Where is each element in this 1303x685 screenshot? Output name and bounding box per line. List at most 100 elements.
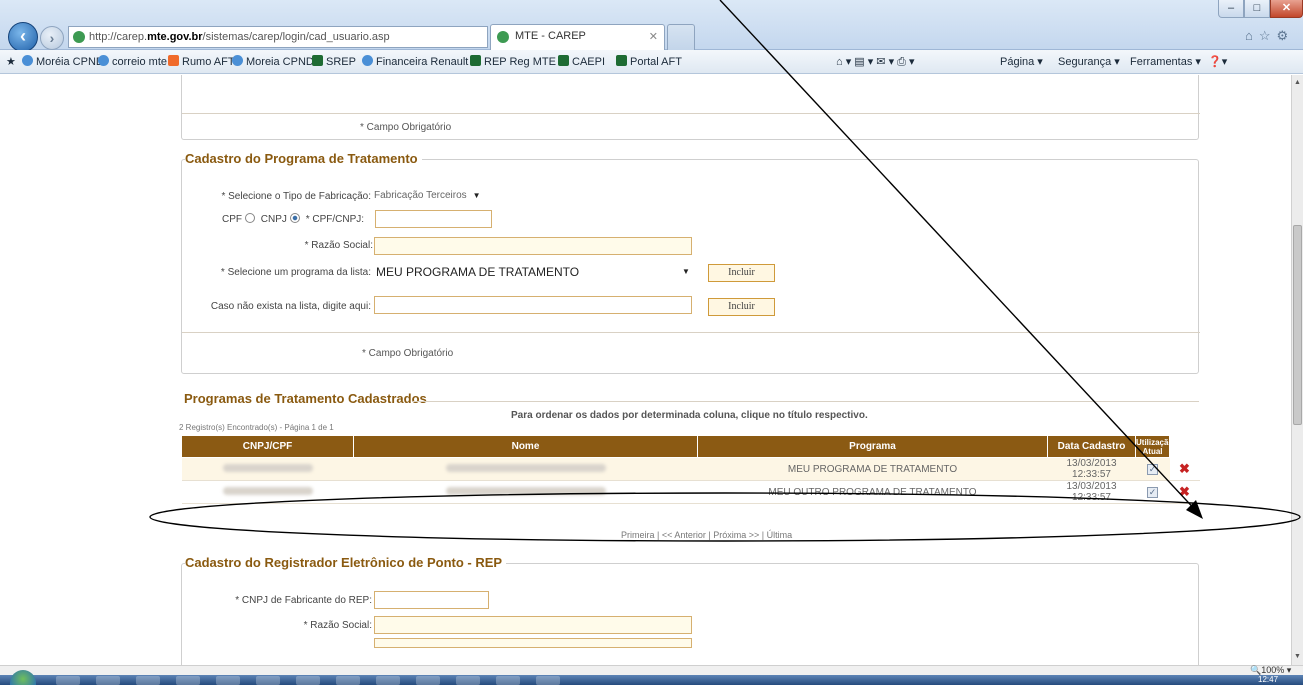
favorites-star-icon[interactable]: ★ [6, 55, 16, 68]
section-title: Programas de Tratamento Cadastrados [184, 391, 431, 406]
back-button[interactable]: ‹ [8, 22, 38, 52]
tools-menu[interactable]: Ferramentas ▾ [1130, 55, 1201, 68]
taskbar-app-icon[interactable] [496, 676, 520, 685]
taskbar-app-icon[interactable] [136, 676, 160, 685]
site-favicon-icon [73, 31, 85, 43]
column-header-nome[interactable]: Nome [353, 435, 698, 458]
favorite-link[interactable]: Moréia CPND [22, 55, 104, 68]
pagination[interactable]: Primeira | << Anterior | Próxima >> | Úl… [621, 530, 792, 540]
table-row: MEU PROGRAMA DE TRATAMENTO 13/03/2013 12:… [181, 457, 1200, 481]
url-path: /sistemas/carep/login/cad_usuario.asp [202, 31, 390, 43]
screen: ‹ › http://carep.mte.gov.br/sistemas/car… [0, 0, 1303, 685]
cnpj-radio[interactable] [289, 213, 300, 223]
rep-cnpj-label: * CNPJ de Fabricante do REP: [235, 595, 372, 606]
favorite-link[interactable]: SREP [312, 55, 356, 68]
forward-button[interactable]: › [40, 26, 64, 50]
taskbar-app-icon[interactable] [416, 676, 440, 685]
page-menu[interactable]: Página ▾ [1000, 55, 1043, 68]
new-tab-button[interactable] [667, 24, 695, 50]
security-menu[interactable]: Segurança ▾ [1058, 55, 1120, 68]
tab-title: MTE - CAREP [515, 30, 586, 42]
taskbar-clock: 12:47 [1258, 675, 1279, 684]
favorite-link[interactable]: REP Reg MTE [470, 55, 556, 68]
close-window-button[interactable]: ✕ [1270, 0, 1303, 18]
rep-razao-input[interactable] [374, 616, 692, 634]
required-note: * Campo Obrigatório [362, 348, 454, 359]
ie-page-icon [362, 55, 373, 66]
outro-programa-input[interactable] [374, 296, 692, 314]
column-header-cnpjcpf[interactable]: CNPJ/CPF [181, 435, 354, 458]
razao-social-input[interactable] [374, 237, 692, 255]
status-bar [0, 665, 1303, 675]
section-title: Cadastro do Programa de Tratamento [185, 151, 422, 166]
favorite-link[interactable]: correio mte [98, 55, 167, 68]
favorite-link[interactable]: Portal AFT [616, 55, 682, 68]
taskbar-app-icon[interactable] [216, 676, 240, 685]
utilizacao-checkbox[interactable]: ✓ [1147, 463, 1158, 475]
sort-hint: Para ordenar os dados por determinada co… [511, 410, 868, 421]
home-favorites-tools-icons[interactable]: ⌂☆⚙ [1245, 28, 1294, 44]
help-icon[interactable]: ❓▾ [1208, 55, 1227, 68]
favorite-link[interactable]: Moreia CPND [232, 55, 314, 68]
rep-section: Cadastro do Registrador Eletrônico de Po… [181, 555, 1199, 665]
incluir-outro-button[interactable]: Incluir [708, 298, 775, 316]
programa-lista-select[interactable]: MEU PROGRAMA DE TRATAMENTO ▼ [376, 264, 692, 280]
taskbar-app-icon[interactable] [296, 676, 320, 685]
spreadsheet-icon [616, 55, 627, 66]
rep-next-input[interactable] [374, 638, 692, 648]
maximize-button[interactable]: □ [1244, 0, 1270, 18]
column-header-programa[interactable]: Programa [697, 435, 1048, 458]
cpf-radio[interactable] [245, 213, 255, 223]
programa-lista-label: * Selecione um programa da lista: [220, 267, 371, 278]
actions-cell: ✖ [1169, 457, 1200, 481]
ie-page-icon [22, 55, 33, 66]
programa-section: Cadastro do Programa de Tratamento * Sel… [181, 151, 1200, 374]
data-cell: 13/03/2013 12:33:57 [1047, 480, 1136, 504]
tipo-fabricacao-select[interactable]: Fabricação Terceiros ▼ [374, 188, 481, 204]
scroll-down-icon[interactable]: ▼ [1294, 653, 1301, 660]
favorite-link[interactable]: CAEPI [558, 55, 605, 68]
taskbar-app-icon[interactable] [96, 676, 120, 685]
utilizacao-checkbox[interactable]: ✓ [1147, 486, 1158, 498]
divider [413, 401, 1199, 402]
cadastrados-section: Programas de Tratamento Cadastrados Para… [179, 391, 1200, 561]
taskbar-app-icon[interactable] [56, 676, 80, 685]
utilizacao-cell: ✓ [1135, 457, 1170, 481]
column-header-utilizacao[interactable]: Utilização Atual [1135, 435, 1173, 458]
vertical-scrollbar[interactable]: ▲ ▼ [1291, 75, 1303, 665]
delete-icon[interactable]: ✖ [1179, 484, 1190, 499]
taskbar-app-icon[interactable] [536, 676, 560, 685]
cpfcnpj-input[interactable] [375, 210, 492, 228]
favorites-bar: ★ Moréia CPND correio mte Rumo AFT Morei… [0, 50, 1303, 74]
address-bar[interactable]: http://carep.mte.gov.br/sistemas/carep/l… [68, 26, 488, 48]
tipo-fabricacao-value: Fabricação Terceiros [374, 190, 467, 201]
document-type-radios: CPF CNPJ * CPF/CNPJ: [222, 213, 374, 225]
favorite-link[interactable]: Rumo AFT [168, 55, 235, 68]
taskbar-app-icon[interactable] [456, 676, 480, 685]
taskbar-app-icon[interactable] [256, 676, 280, 685]
taskbar-app-icon[interactable] [176, 676, 200, 685]
utilizacao-cell: ✓ [1135, 480, 1170, 504]
favorite-link[interactable]: Financeira Renault [362, 55, 468, 68]
data-cell: 13/03/2013 12:33:57 [1047, 457, 1136, 481]
tab-carep[interactable]: MTE - CAREP ✕ [490, 24, 665, 50]
section-title: Cadastro do Registrador Eletrônico de Po… [185, 555, 507, 570]
scroll-thumb[interactable] [1293, 225, 1302, 425]
scroll-up-icon[interactable]: ▲ [1294, 79, 1301, 86]
record-count: 2 Registro(s) Encontrado(s) - Página 1 d… [179, 423, 334, 432]
delete-icon[interactable]: ✖ [1179, 461, 1190, 476]
column-header-data[interactable]: Data Cadastro [1047, 435, 1136, 458]
rep-cnpj-input[interactable] [374, 591, 489, 609]
minimize-button[interactable]: – [1218, 0, 1244, 18]
redacted-value [445, 463, 606, 472]
tab-close-icon[interactable]: ✕ [649, 30, 658, 43]
command-icons[interactable]: ⌂ ▾ ▤ ▾ ✉ ▾ ⎙ ▾ [836, 55, 915, 69]
taskbar-app-icon[interactable] [336, 676, 360, 685]
taskbar-app-icon[interactable] [376, 676, 400, 685]
programa-lista-value: MEU PROGRAMA DE TRATAMENTO [376, 265, 580, 279]
cnpjcpf-cell-redacted [181, 457, 354, 481]
divider [182, 113, 1200, 114]
incluir-button[interactable]: Incluir [708, 264, 775, 282]
browser-titlebar: ‹ › http://carep.mte.gov.br/sistemas/car… [0, 0, 1303, 52]
nome-cell-redacted [353, 457, 698, 481]
